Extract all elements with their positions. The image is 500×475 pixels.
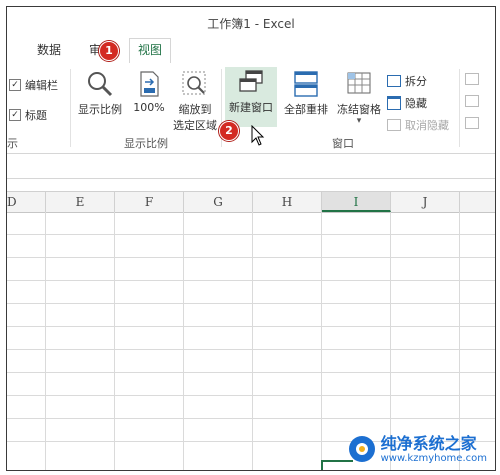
hide-button[interactable]: 隐藏 xyxy=(387,95,427,111)
reset-window-position-icon[interactable] xyxy=(465,117,479,129)
macros-group-partial xyxy=(461,63,495,153)
column-header-d[interactable]: D xyxy=(7,192,46,212)
grid-line xyxy=(7,349,495,350)
zoom-100-icon xyxy=(140,71,159,97)
watermark-logo-icon xyxy=(348,436,375,462)
zoom-to-selection-button[interactable]: 缩放到 选定区域 xyxy=(169,69,221,133)
zoom-label: 显示比例 xyxy=(78,103,122,116)
arrange-all-label: 全部重排 xyxy=(284,103,328,116)
zoom-selection-label-2: 选定区域 xyxy=(173,119,217,132)
zoom-group-label: 显示比例 xyxy=(124,137,168,150)
new-window-label: 新建窗口 xyxy=(229,101,273,114)
grid-line xyxy=(7,257,495,258)
tab-view[interactable]: 视图 xyxy=(129,38,172,64)
zoom-selection-icon xyxy=(182,71,206,95)
unhide-icon xyxy=(387,119,401,131)
column-header-j[interactable]: J xyxy=(391,192,460,212)
headings-checkbox[interactable]: ✓ 标题 xyxy=(9,107,47,123)
zoom-100-label: 100% xyxy=(133,101,165,114)
grid-line xyxy=(183,212,184,470)
worksheet-grid[interactable] xyxy=(7,212,495,470)
watermark: 纯净系统之家 www.kzmyhome.com xyxy=(347,434,487,464)
excel-window: 工作簿1 - Excel 数据 审 视图 1 ✓ 编辑栏 ✓ 标题 示 显示比例… xyxy=(6,6,496,471)
magnifier-icon xyxy=(88,72,113,97)
grid-line xyxy=(252,212,253,470)
zoom-button[interactable]: 显示比例 xyxy=(75,69,125,117)
dropdown-arrow-icon: ▾ xyxy=(356,116,362,126)
ribbon-view: ✓ 编辑栏 ✓ 标题 示 显示比例 100% 缩放到 选定区域 显示比例 新建窗… xyxy=(7,63,495,154)
grid-line xyxy=(45,212,46,470)
grid-line xyxy=(459,212,460,470)
hide-icon xyxy=(387,96,401,110)
new-window-button[interactable]: 新建窗口 xyxy=(225,67,277,127)
grid-line xyxy=(7,418,495,419)
view-side-by-side-icon[interactable] xyxy=(465,73,479,85)
column-header-i[interactable]: I xyxy=(322,192,391,212)
window-title: 工作簿1 - Excel xyxy=(207,17,295,31)
show-group: ✓ 编辑栏 ✓ 标题 示 xyxy=(7,63,67,153)
zoom-selection-label-1: 缩放到 xyxy=(178,103,212,116)
formula-bar[interactable] xyxy=(7,154,495,179)
arrange-all-icon xyxy=(294,71,318,97)
checkbox-checked-icon: ✓ xyxy=(9,79,21,91)
formula-bar-label: 编辑栏 xyxy=(25,79,58,92)
grid-line xyxy=(7,280,495,281)
mouse-cursor-icon xyxy=(251,125,265,146)
grid-line xyxy=(321,212,322,470)
unhide-label: 取消隐藏 xyxy=(405,119,449,132)
show-group-label: 示 xyxy=(7,137,18,150)
freeze-panes-icon xyxy=(347,72,371,94)
column-header-g[interactable]: G xyxy=(184,192,253,212)
column-headers: D E F G H I J xyxy=(7,191,495,213)
grid-line xyxy=(390,212,391,470)
group-divider xyxy=(459,69,460,147)
arrange-all-button[interactable]: 全部重排 xyxy=(281,69,331,117)
ribbon-tabs: 数据 审 视图 1 xyxy=(7,35,495,64)
freeze-panes-label: 冻结窗格 xyxy=(337,103,381,116)
column-header-f[interactable]: F xyxy=(115,192,184,212)
column-header-e[interactable]: E xyxy=(46,192,115,212)
grid-line xyxy=(7,303,495,304)
watermark-title: 纯净系统之家 xyxy=(380,433,477,453)
column-header-h[interactable]: H xyxy=(253,192,322,212)
synchronous-scroll-icon[interactable] xyxy=(465,95,479,107)
unhide-button[interactable]: 取消隐藏 xyxy=(387,117,449,133)
tab-data[interactable]: 数据 xyxy=(29,39,69,61)
step-2-badge: 2 xyxy=(219,121,239,141)
formula-bar-checkbox[interactable]: ✓ 编辑栏 xyxy=(9,77,58,93)
watermark-url: www.kzmyhome.com xyxy=(380,452,487,464)
grid-line xyxy=(7,372,495,373)
headings-label: 标题 xyxy=(25,109,47,122)
grid-line xyxy=(114,212,115,470)
checkbox-checked-icon: ✓ xyxy=(9,109,21,121)
new-window-icon xyxy=(239,70,263,92)
grid-line xyxy=(7,234,495,235)
step-1-badge: 1 xyxy=(99,41,119,61)
hide-label: 隐藏 xyxy=(405,97,427,110)
grid-line xyxy=(7,395,495,396)
zoom-100-button[interactable]: 100% xyxy=(131,69,167,114)
split-label: 拆分 xyxy=(405,75,427,88)
split-button[interactable]: 拆分 xyxy=(387,73,427,89)
freeze-panes-button[interactable]: 冻结窗格 ▾ xyxy=(335,69,383,126)
title-bar: 工作簿1 - Excel xyxy=(7,7,495,35)
zoom-group: 显示比例 100% 缩放到 选定区域 显示比例 xyxy=(71,63,221,153)
split-icon xyxy=(387,75,401,87)
grid-line xyxy=(7,326,495,327)
